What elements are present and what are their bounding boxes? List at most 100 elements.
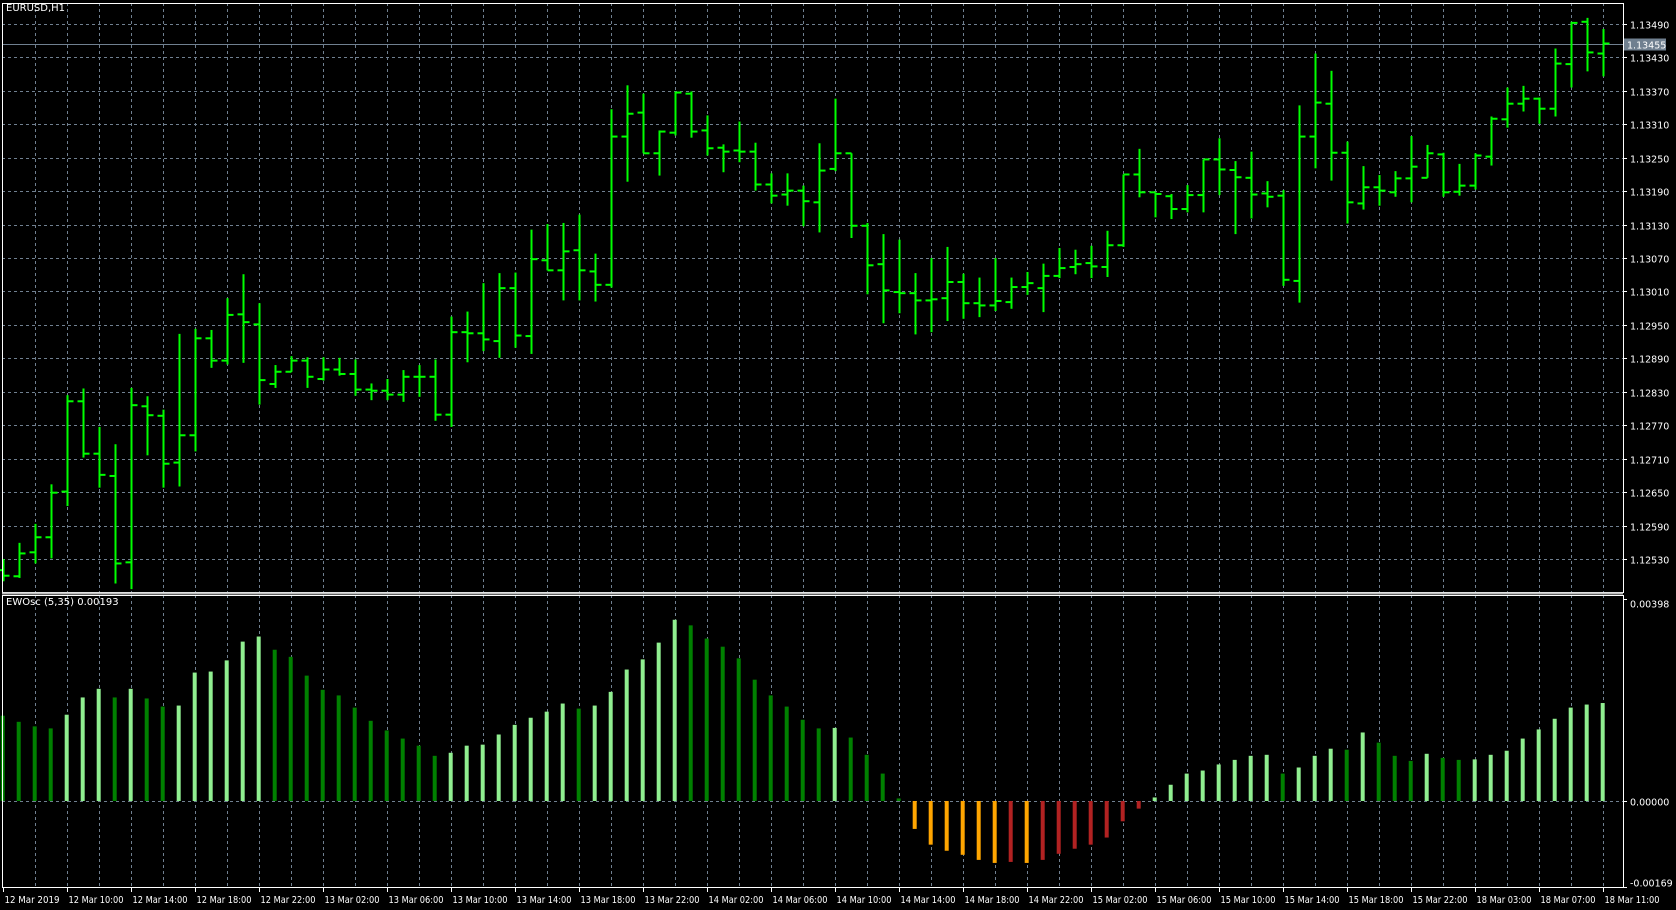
price-axis-label: 1.13070: [1630, 255, 1669, 266]
price-axis-label: 1.12890: [1630, 355, 1669, 366]
oscillator-bar: [144, 698, 149, 801]
ohlc-bar: [1437, 152, 1450, 197]
oscillator-bar: [1264, 754, 1269, 801]
oscillator-bar: [1296, 767, 1301, 801]
oscillator-bar: [1104, 801, 1109, 838]
oscillator-bar: [880, 773, 885, 801]
ohlc-bar: [1277, 190, 1290, 286]
oscillator-bar: [336, 695, 341, 801]
time-axis-label: 14 Mar 14:00: [901, 895, 956, 906]
price-axis-label: 1.13370: [1630, 88, 1669, 99]
oscillator-bar: [112, 697, 117, 801]
ohlc-bar: [845, 152, 858, 238]
price-axis-label: 1.13190: [1630, 188, 1669, 199]
oscillator-bar: [864, 754, 869, 801]
oscillator-bar: [256, 636, 261, 801]
ohlc-bar: [1229, 161, 1242, 235]
oscillator-bar: [1600, 703, 1605, 801]
time-axis-label: 12 Mar 14:00: [133, 895, 188, 906]
ohlc-bar: [829, 98, 842, 172]
ohlc-bar: [1197, 158, 1210, 213]
time-axis-label: 15 Mar 22:00: [1413, 895, 1468, 906]
ohlc-bar: [893, 239, 906, 314]
ohlc-bar: [861, 222, 874, 295]
oscillator-axis-label: 0.00000: [1630, 798, 1669, 809]
oscillator-bar: [320, 689, 325, 801]
price-axis-label: 1.12830: [1630, 389, 1669, 400]
ohlc-bar: [109, 444, 122, 584]
ohlc-bar: [1085, 245, 1098, 279]
oscillator-bar: [1392, 755, 1397, 801]
oscillator-bar: [480, 744, 485, 801]
oscillator-bar: [1056, 801, 1061, 854]
ohlc-bar: [669, 91, 682, 136]
ohlc-bar: [653, 130, 666, 176]
oscillator-bar: [1088, 801, 1093, 845]
ohlc-bar: [1149, 191, 1162, 218]
ohlc-bar: [973, 277, 986, 318]
ohlc-bar: [541, 224, 554, 272]
oscillator-bar: [1552, 718, 1557, 801]
oscillator-bar: [1184, 773, 1189, 801]
price-axis-label: 1.13490: [1630, 21, 1669, 32]
time-axis-label: 13 Mar 18:00: [581, 895, 636, 906]
oscillator-bar: [1536, 729, 1541, 801]
ohlc-bar: [637, 93, 650, 155]
oscillator-bar: [1472, 759, 1477, 801]
oscillator-bar: [656, 642, 661, 801]
oscillator-bar: [496, 734, 501, 801]
time-axis-label: 13 Mar 06:00: [389, 895, 444, 906]
indicator-label: EWOsc (5,35) 0.00193: [6, 597, 119, 608]
ohlc-bar: [509, 272, 522, 348]
oscillator-bar: [432, 755, 437, 801]
ohlc-bar: [1213, 138, 1226, 196]
ohlc-bar: [397, 370, 410, 402]
oscillator-bar: [512, 724, 517, 801]
ohlc-bar: [477, 283, 490, 352]
oscillator-bar: [752, 679, 757, 801]
oscillator-bar: [896, 798, 901, 801]
oscillator-bar: [400, 738, 405, 801]
time-axis-label: 15 Mar 10:00: [1221, 895, 1276, 906]
price-chart[interactable]: 1.13490 1.13430 1.13370 1.13310 1.13250 1.131…: [0, 0, 1676, 910]
oscillator-bar: [912, 801, 917, 829]
ohlc-bar: [1357, 166, 1370, 210]
price-axis-label: 1.12950: [1630, 322, 1669, 333]
ohlc-bar: [557, 222, 570, 301]
ohlc-bar: [1053, 248, 1066, 279]
oscillator-bar: [128, 688, 133, 801]
oscillator-bar: [416, 745, 421, 801]
ohlc-bar: [141, 396, 154, 456]
ohlc-bar: [1501, 87, 1514, 128]
ohlc-bar: [717, 144, 730, 173]
ohlc-bar: [429, 359, 442, 421]
ohlc-bar: [93, 426, 106, 488]
time-axis-label: 18 Mar 11:00: [1605, 895, 1660, 906]
oscillator-panel-frame: [2, 595, 1624, 888]
ohlc-bar: [0, 559, 10, 582]
oscillator-bar: [1312, 755, 1317, 801]
oscillator-bar: [768, 695, 773, 801]
time-axis-label: 15 Mar 14:00: [1285, 895, 1340, 906]
ohlc-bar: [1565, 21, 1578, 88]
oscillator-bar: [384, 730, 389, 801]
oscillator-bar: [528, 717, 533, 801]
ohlc-bar: [1517, 85, 1530, 112]
ohlc-bar: [493, 273, 506, 358]
ohlc-bar: [1597, 29, 1610, 77]
ohlc-bar: [301, 357, 314, 388]
ohlc-bar: [621, 85, 634, 182]
price-axis-label: 1.12530: [1630, 556, 1669, 567]
oscillator-bar: [1408, 760, 1413, 801]
ohlc-bar: [461, 311, 474, 363]
oscillator-bar: [1456, 759, 1461, 801]
time-axis-label: 14 Mar 06:00: [773, 895, 828, 906]
oscillator-bar: [1024, 801, 1029, 863]
oscillator-bar: [1376, 742, 1381, 801]
ohlc-bar: [1389, 171, 1402, 197]
oscillator-bar: [1008, 801, 1013, 862]
oscillator-bar: [80, 697, 85, 801]
oscillator-bar: [352, 707, 357, 801]
ohlc-bar: [13, 542, 26, 578]
ohlc-bar: [1485, 116, 1498, 166]
